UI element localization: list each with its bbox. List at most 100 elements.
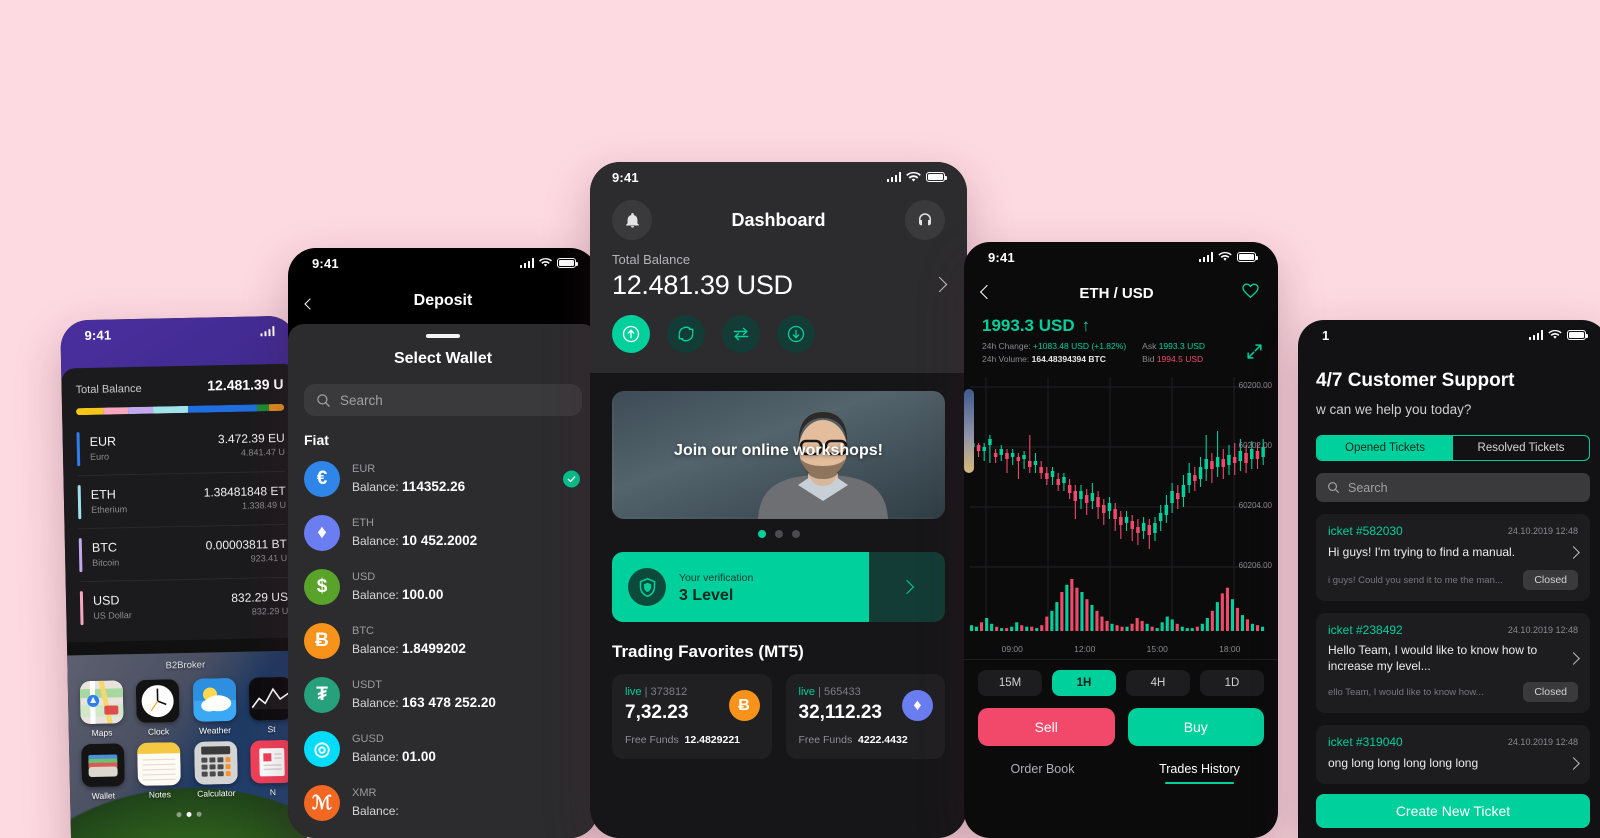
maps-icon[interactable]	[79, 680, 124, 725]
wallet-icon[interactable]	[80, 743, 125, 788]
buy-button[interactable]: Buy	[1127, 708, 1264, 746]
status-time: 9:41	[612, 169, 639, 185]
coin-code: USDT	[352, 678, 382, 691]
status-icons	[886, 171, 947, 183]
status-time: 9:41	[84, 326, 112, 343]
timeframe-1d[interactable]: 1D	[1200, 670, 1264, 696]
withdraw-action-button[interactable]	[777, 315, 815, 353]
time-label: 15:00	[1146, 644, 1168, 654]
app-tile[interactable]: Wallet	[75, 743, 131, 801]
clock-icon[interactable]	[135, 679, 180, 724]
price-chart[interactable]: 60200.00 60202.00 60204.00 60206.00	[964, 373, 1278, 643]
calculator-icon[interactable]	[193, 740, 238, 785]
app-tile[interactable]: Clock	[130, 679, 186, 737]
verification-card[interactable]: Your verification 3 Level	[612, 552, 945, 622]
tab-order-book[interactable]: Order Book	[964, 756, 1121, 784]
app-tile[interactable]: Weather	[187, 677, 243, 736]
quick-actions	[612, 301, 945, 373]
timeframe-1h[interactable]: 1H	[1052, 670, 1116, 696]
weather-icon[interactable]	[192, 677, 237, 722]
list-item[interactable]: € EUR Balance: 114352.26	[304, 452, 582, 506]
table-row[interactable]: ETH Etherium 1.38481848 ET 1.338.49 U	[77, 472, 286, 528]
app-tile[interactable]: Calculator	[188, 740, 244, 799]
favorite-card[interactable]: live | 373812 7,32.23 Free Funds 12.482922…	[612, 674, 772, 759]
coin-code: XMR	[352, 786, 377, 799]
status-bar: 9:41	[60, 316, 297, 351]
ticket-search-input[interactable]: Search	[1316, 473, 1590, 502]
sheet-grabber[interactable]	[426, 334, 460, 338]
verification-chevron-icon[interactable]	[869, 579, 945, 595]
list-item[interactable]: ₮ USDT Balance: 163 478 252.20	[304, 668, 582, 722]
exchange-action-button[interactable]	[667, 315, 705, 353]
notes-icon[interactable]	[137, 742, 182, 787]
promo-dots[interactable]	[612, 519, 945, 552]
allocation-segment	[188, 404, 258, 413]
allocation-segment	[269, 403, 285, 412]
ticket-chevron-icon[interactable]	[1567, 755, 1580, 773]
notifications-button[interactable]	[612, 200, 652, 240]
allocation-segment	[127, 406, 154, 415]
status-badge: Closed	[1523, 570, 1578, 590]
back-icon[interactable]	[304, 295, 318, 310]
total-balance-value: 12.481.39 USD	[612, 270, 793, 300]
allocation-segment	[256, 404, 270, 412]
timeframe-4h[interactable]: 4H	[1126, 670, 1190, 696]
shield-icon	[628, 568, 666, 606]
ticket-date: 24.10.2019 12:48	[1507, 625, 1578, 635]
coin-text: USD Balance: 100.00	[352, 570, 443, 605]
tab-opened-tickets[interactable]: Opened Tickets	[1317, 436, 1453, 460]
support-button[interactable]	[905, 200, 945, 240]
favorite-card[interactable]: live | 565433 32,112.23 Free Funds 4222.44…	[785, 674, 945, 759]
table-row[interactable]: USD US Dollar 832.29 US 832.29 U	[79, 578, 289, 634]
ticket-chevron-icon[interactable]	[1567, 650, 1580, 668]
status-bar: 9:41	[612, 162, 947, 192]
table-row[interactable]: icket #238492 24.10.2019 12:48 Hello Team,…	[1316, 613, 1590, 714]
list-item[interactable]: Ƀ BTC Balance: 1.8499202	[304, 614, 582, 668]
pair-title: ETH / USD	[1079, 284, 1154, 302]
ticket-tabs: Opened Tickets Resolved Tickets	[1316, 435, 1590, 461]
tab-resolved-tickets[interactable]: Resolved Tickets	[1453, 436, 1589, 460]
table-row[interactable]: BTC Bitcoin 0.00003811 BT 923.41 U	[78, 525, 288, 581]
arrow-down-circle-icon	[787, 325, 805, 343]
app-label: Weather	[198, 725, 232, 736]
create-ticket-button[interactable]: Create New Ticket	[1316, 794, 1590, 828]
stocks-icon[interactable]	[248, 676, 293, 721]
back-icon[interactable]	[979, 284, 995, 302]
app-tile[interactable]: Maps	[74, 680, 130, 738]
table-row[interactable]: icket #319040 24.10.2019 12:48 ong long lo…	[1316, 725, 1590, 785]
search-input[interactable]: Search	[304, 384, 582, 416]
deposit-action-button[interactable]	[612, 315, 650, 353]
list-item[interactable]: ◎ GUSD Balance: 01.00	[304, 722, 582, 776]
row-values: 0.00003811 BT 923.41 U	[206, 537, 288, 567]
verification-level: 3 Level	[679, 587, 734, 604]
ticket-chevron-icon[interactable]	[1567, 544, 1580, 562]
row-values: 832.29 US 832.29 U	[231, 590, 288, 619]
balance-detail-chevron-icon[interactable]	[931, 276, 948, 295]
app-grid: Maps Clock Weather St Wallet Notes Calculator N	[68, 669, 307, 802]
list-item[interactable]: $ USD Balance: 100.00	[304, 560, 582, 614]
transfer-action-button[interactable]	[722, 315, 760, 353]
promo-banner[interactable]: Join our online workshops!	[612, 391, 945, 519]
ticket-preview: ello Team, I would like to know how...	[1328, 686, 1484, 698]
tab-trades-history[interactable]: Trades History	[1121, 756, 1278, 784]
expand-chart-icon[interactable]	[1245, 342, 1264, 366]
select-wallet-sheet: Select Wallet Search Fiat € EUR Balance: 1…	[288, 324, 598, 838]
row-names: EUR Euro	[90, 432, 219, 463]
table-row[interactable]: icket #582030 24.10.2019 12:48 Hi guys! I'…	[1316, 514, 1590, 601]
currency-amount: 832.29 US	[231, 589, 289, 605]
battery-icon	[926, 172, 947, 182]
list-item[interactable]: ℳ XMR Balance:	[304, 776, 582, 830]
status-bar: 9:41	[288, 248, 598, 278]
heart-icon[interactable]	[1241, 281, 1260, 305]
app-label: Wallet	[91, 790, 116, 801]
sell-button[interactable]: Sell	[978, 708, 1115, 746]
status-icons	[1528, 330, 1588, 340]
app-tile[interactable]: Notes	[132, 742, 188, 800]
candlestick-chart	[964, 377, 1268, 631]
timeframe-15m[interactable]: 15M	[978, 670, 1042, 696]
phone-wallet-screen: 9:41 Total Balance 12.481.39 U EUR Euro 3.…	[60, 315, 308, 838]
allocation-segment	[152, 405, 189, 414]
promo-text: Join our online workshops!	[674, 441, 883, 459]
list-item[interactable]: ♦ ETH Balance: 10 452.2002	[304, 506, 582, 560]
table-row[interactable]: EUR Euro 3.472.39 EU 4.841.47 U	[76, 419, 285, 475]
